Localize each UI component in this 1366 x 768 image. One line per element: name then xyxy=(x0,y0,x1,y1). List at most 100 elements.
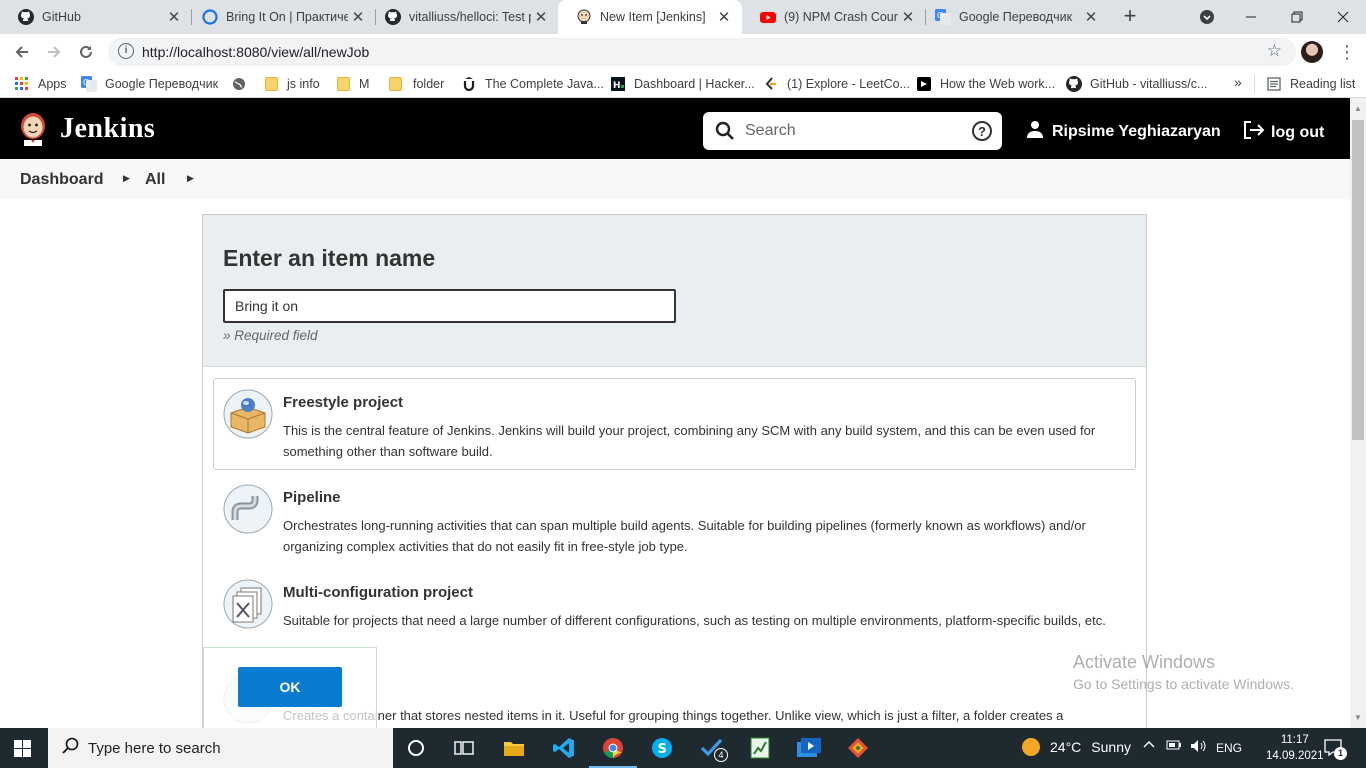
bookmark-m[interactable]: M xyxy=(335,75,369,93)
tab-github[interactable]: GitHub ✕ xyxy=(0,0,192,34)
task-view-icon[interactable] xyxy=(452,736,476,760)
ok-button[interactable]: OK xyxy=(238,667,342,707)
jenkins-header: Jenkins ? Ripsime Yeghiazaryan log out xyxy=(0,98,1350,159)
user-menu-link[interactable]: Ripsime Yeghiazaryan xyxy=(1026,120,1221,143)
bookmark-hackerrank[interactable]: H Dashboard | Hacker... xyxy=(610,75,755,93)
page-scrollbar[interactable]: ▲ ▼ xyxy=(1350,98,1366,728)
tab-close-icon[interactable]: ✕ xyxy=(164,8,184,26)
reload-button[interactable] xyxy=(74,40,98,64)
new-tab-button[interactable]: + xyxy=(1118,5,1142,29)
notification-center-icon[interactable]: 1 xyxy=(1324,738,1347,763)
language-indicator[interactable]: ENG xyxy=(1216,741,1242,755)
media-app-icon[interactable] xyxy=(797,736,821,760)
tab-close-icon[interactable]: ✕ xyxy=(898,8,918,26)
breadcrumb: Dashboard ▶ All ▶ xyxy=(0,159,1350,199)
tab-google-translate[interactable]: G Google Переводчик ✕ xyxy=(917,0,1109,34)
chrome-icon[interactable] xyxy=(589,736,637,768)
bookmark-github-vitalliuss[interactable]: GitHub - vitalliuss/c... xyxy=(1066,75,1207,93)
item-type-description: Suitable for projects that need a large … xyxy=(283,613,1106,628)
back-button[interactable] xyxy=(10,40,34,64)
dev-icon xyxy=(916,76,932,92)
bookmark-label: M xyxy=(359,77,370,91)
taskbar-search-input[interactable] xyxy=(88,739,368,757)
jenkins-search-input[interactable] xyxy=(745,118,965,144)
browser-menu-icon[interactable]: ⋮ xyxy=(1338,40,1356,64)
vscode-tasks-icon[interactable]: 4 xyxy=(700,736,728,762)
item-type-name: Pipeline xyxy=(283,489,341,506)
logout-link[interactable]: log out xyxy=(1243,120,1324,145)
url-text[interactable]: http://localhost:8080/view/all/newJob xyxy=(142,44,369,60)
tab-new-item-jenkins[interactable]: New Item [Jenkins] ✕ xyxy=(558,0,742,34)
pipeline-icon xyxy=(223,484,273,534)
skype-icon[interactable]: S xyxy=(650,736,674,760)
breadcrumb-dashboard[interactable]: Dashboard xyxy=(20,171,104,189)
star-icon[interactable]: ☆ xyxy=(1267,41,1282,61)
bookmark-js-info[interactable]: js info xyxy=(263,75,320,93)
jenkins-logo-icon[interactable] xyxy=(18,112,48,146)
tab-close-icon[interactable]: ✕ xyxy=(348,8,368,26)
bookmark-folder[interactable]: folder xyxy=(387,75,444,93)
breadcrumb-all[interactable]: All xyxy=(145,171,165,189)
logout-label: log out xyxy=(1271,123,1325,141)
chevron-right-icon[interactable]: ▶ xyxy=(187,173,194,184)
item-type-freestyle[interactable]: Freestyle project This is the central fe… xyxy=(213,378,1136,470)
chevron-right-icon[interactable]: ▶ xyxy=(123,173,130,184)
help-icon[interactable]: ? xyxy=(972,121,992,141)
volume-icon[interactable] xyxy=(1190,739,1208,756)
youtube-icon xyxy=(760,9,776,25)
tab-npm-crash-course[interactable]: (9) NPM Crash Course ✕ xyxy=(742,0,926,34)
file-explorer-icon[interactable] xyxy=(502,736,526,760)
item-type-pipeline[interactable]: Pipeline Orchestrates long-running activ… xyxy=(213,473,1136,565)
tab-close-icon[interactable]: ✕ xyxy=(714,8,734,26)
tab-close-icon[interactable]: ✕ xyxy=(531,8,551,26)
bookmark-google-translate[interactable]: G Google Переводчик xyxy=(81,75,218,93)
taskbar-search[interactable] xyxy=(48,728,393,768)
profile-avatar[interactable] xyxy=(1301,41,1323,63)
bookmark-complete-java[interactable]: The Complete Java... xyxy=(461,75,604,93)
info-icon[interactable]: i xyxy=(118,43,134,59)
cortana-icon[interactable] xyxy=(404,736,428,760)
bookmark-apps[interactable]: Apps xyxy=(14,75,67,93)
tab-bringiton[interactable]: Bring It On | Практиче... ✕ xyxy=(184,0,376,34)
battery-icon[interactable] xyxy=(1166,739,1182,754)
address-bar[interactable]: i http://localhost:8080/view/all/newJob … xyxy=(108,38,1296,66)
bookmark-how-the-web-works[interactable]: How the Web work... xyxy=(916,75,1055,93)
bookmark-label: The Complete Java... xyxy=(485,77,604,91)
bookmarks-overflow-button[interactable]: » xyxy=(1234,74,1242,90)
required-field-note: » Required field xyxy=(223,328,318,343)
github-icon xyxy=(385,9,401,25)
jenkins-logo-text[interactable]: Jenkins xyxy=(60,113,155,145)
sun-icon xyxy=(1022,738,1040,756)
folder-icon xyxy=(335,76,351,92)
weather-widget[interactable]: 24°C Sunny xyxy=(1022,738,1131,756)
tab-search-button[interactable] xyxy=(1184,0,1230,34)
freestyle-project-icon xyxy=(223,389,273,439)
reading-list-button[interactable]: Reading list xyxy=(1266,75,1355,93)
git-app-icon[interactable] xyxy=(846,736,870,760)
globe-icon xyxy=(231,76,247,92)
scroll-up-icon[interactable]: ▲ xyxy=(1354,104,1362,113)
forward-button[interactable] xyxy=(42,40,66,64)
restore-button[interactable] xyxy=(1274,0,1320,34)
system-clock[interactable]: 11:17 14.09.2021 xyxy=(1266,732,1324,764)
tab-title: GitHub xyxy=(42,10,81,24)
scroll-down-icon[interactable]: ▼ xyxy=(1354,713,1362,722)
bookmark-globe[interactable] xyxy=(231,75,255,93)
svg-text:G: G xyxy=(937,11,943,20)
bookmark-leetcode[interactable]: (1) Explore - LeetCo... xyxy=(763,75,910,93)
scrollbar-thumb[interactable] xyxy=(1352,120,1364,440)
windows-start-icon[interactable] xyxy=(14,740,31,757)
tab-helloci[interactable]: vitalliuss/helloci: Test p ✕ xyxy=(367,0,559,34)
item-type-description: Creates a container that stores nested i… xyxy=(283,708,1064,723)
monitor-app-icon[interactable] xyxy=(748,736,772,760)
vscode-icon[interactable] xyxy=(552,736,576,760)
chevron-up-icon[interactable] xyxy=(1143,739,1155,754)
close-window-button[interactable] xyxy=(1320,0,1366,34)
tab-close-icon[interactable]: ✕ xyxy=(1081,8,1101,26)
search-icon xyxy=(62,737,80,760)
minimize-button[interactable] xyxy=(1228,0,1274,34)
page-title: Enter an item name xyxy=(223,245,436,271)
search-icon xyxy=(715,121,735,141)
item-type-description: This is the central feature of Jenkins. … xyxy=(283,423,1096,459)
item-name-input[interactable] xyxy=(223,289,676,323)
